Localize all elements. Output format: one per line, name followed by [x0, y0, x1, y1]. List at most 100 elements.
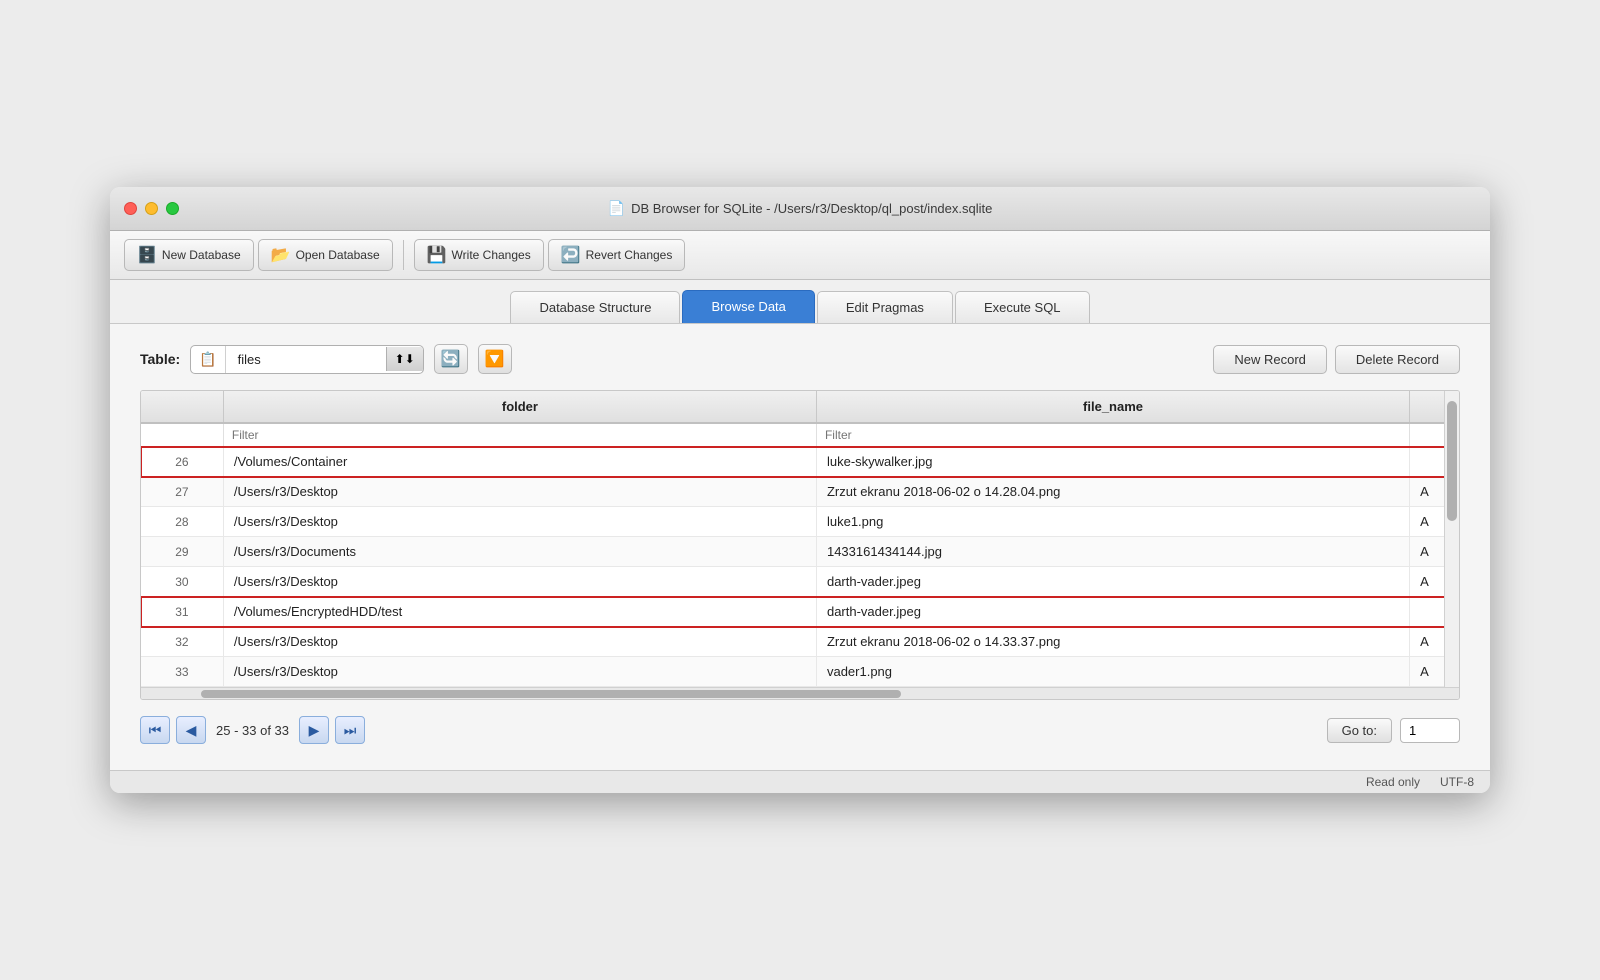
cell-folder: /Volumes/EncryptedHDD/test [223, 597, 816, 627]
main-window: 📄 DB Browser for SQLite - /Users/r3/Desk… [110, 187, 1490, 793]
cell-folder: /Users/r3/Documents [223, 537, 816, 567]
horizontal-scrollbar[interactable] [141, 687, 1459, 699]
traffic-lights [124, 202, 179, 215]
table-action-buttons: New Record Delete Record [1213, 345, 1460, 374]
last-page-icon: ⏭ [344, 722, 357, 739]
cell-filename: darth-vader.jpeg [816, 597, 1409, 627]
cell-filename: luke-skywalker.jpg [816, 447, 1409, 477]
tab-edit-pragmas[interactable]: Edit Pragmas [817, 291, 953, 323]
page-range: 25 - 33 of 33 [216, 723, 289, 738]
statusbar: Read only UTF-8 [110, 770, 1490, 793]
col-header-rownum [141, 391, 223, 423]
first-page-button[interactable]: ⏮ [140, 716, 170, 744]
cell-rownum: 28 [141, 507, 223, 537]
goto-input[interactable] [1400, 718, 1460, 743]
maximize-button[interactable] [166, 202, 179, 215]
toolbar: 🗄️ New Database 📂 Open Database 💾 Write … [110, 231, 1490, 280]
next-page-icon: ▶ [309, 722, 320, 739]
tabbar: Database Structure Browse Data Edit Prag… [110, 280, 1490, 324]
open-database-button[interactable]: 📂 Open Database [258, 239, 393, 271]
filter-filename-cell [816, 423, 1409, 447]
cell-folder: /Users/r3/Desktop [223, 627, 816, 657]
table-name: files [226, 347, 386, 372]
table-row[interactable]: 29/Users/r3/Documents1433161434144.jpgA [141, 537, 1459, 567]
tab-browse-data[interactable]: Browse Data [682, 290, 814, 323]
cell-folder: /Users/r3/Desktop [223, 567, 816, 597]
cell-filename: 1433161434144.jpg [816, 537, 1409, 567]
prev-page-button[interactable]: ◀ [176, 716, 206, 744]
table-row[interactable]: 28/Users/r3/Desktopluke1.pngA [141, 507, 1459, 537]
filter-folder-input[interactable] [224, 424, 816, 446]
cell-filename: Zrzut ekranu 2018-06-02 o 14.28.04.png [816, 477, 1409, 507]
cell-filename: vader1.png [816, 657, 1409, 687]
cell-folder: /Users/r3/Desktop [223, 507, 816, 537]
table-row[interactable]: 33/Users/r3/Desktopvader1.pngA [141, 657, 1459, 687]
new-database-button[interactable]: 🗄️ New Database [124, 239, 254, 271]
titlebar: 📄 DB Browser for SQLite - /Users/r3/Desk… [110, 187, 1490, 231]
cell-filename: luke1.png [816, 507, 1409, 537]
pagination: ⏮ ◀ 25 - 33 of 33 ▶ ⏭ Go to: [140, 700, 1460, 750]
new-database-icon: 🗄️ [137, 245, 157, 265]
filter-filename-input[interactable] [817, 424, 1409, 446]
table-dropdown-arrow[interactable]: ⬆⬇ [386, 347, 423, 371]
close-button[interactable] [124, 202, 137, 215]
filter-button[interactable]: 🔽 [478, 344, 512, 374]
data-table: folder file_name [141, 391, 1459, 687]
cell-folder: /Users/r3/Desktop [223, 477, 816, 507]
vertical-scrollbar[interactable] [1444, 391, 1459, 687]
table-row[interactable]: 27/Users/r3/DesktopZrzut ekranu 2018-06-… [141, 477, 1459, 507]
revert-changes-icon: ↩️ [561, 245, 581, 265]
table-row[interactable]: 26/Volumes/Containerluke-skywalker.jpg [141, 447, 1459, 477]
cell-filename: Zrzut ekranu 2018-06-02 o 14.33.37.png [816, 627, 1409, 657]
refresh-button[interactable]: 🔄 [434, 344, 468, 374]
table-row[interactable]: 32/Users/r3/DesktopZrzut ekranu 2018-06-… [141, 627, 1459, 657]
col-header-folder[interactable]: folder [223, 391, 816, 423]
next-page-button[interactable]: ▶ [299, 716, 329, 744]
last-page-button[interactable]: ⏭ [335, 716, 365, 744]
tab-execute-sql[interactable]: Execute SQL [955, 291, 1090, 323]
first-page-icon: ⏮ [149, 722, 162, 739]
read-only-status: Read only [1366, 775, 1420, 789]
table-select-wrapper: 📋 files ⬆⬇ [190, 345, 424, 374]
table-row[interactable]: 31/Volumes/EncryptedHDD/testdarth-vader.… [141, 597, 1459, 627]
write-changes-icon: 💾 [427, 245, 447, 265]
revert-changes-label: Revert Changes [586, 248, 673, 262]
cell-folder: /Users/r3/Desktop [223, 657, 816, 687]
table-scroll-area[interactable]: folder file_name [141, 391, 1459, 687]
cell-rownum: 29 [141, 537, 223, 567]
delete-record-button[interactable]: Delete Record [1335, 345, 1460, 374]
main-content: Table: 📋 files ⬆⬇ 🔄 🔽 New Record Delete … [110, 324, 1490, 770]
cell-filename: darth-vader.jpeg [816, 567, 1409, 597]
new-database-label: New Database [162, 248, 241, 262]
cell-folder: /Volumes/Container [223, 447, 816, 477]
cell-rownum: 33 [141, 657, 223, 687]
write-changes-label: Write Changes [452, 248, 531, 262]
document-icon: 📄 [608, 200, 625, 217]
cell-rownum: 31 [141, 597, 223, 627]
goto-section: Go to: [1327, 718, 1460, 743]
hscroll-thumb [201, 690, 901, 698]
cell-rownum: 32 [141, 627, 223, 657]
filter-rownum [141, 423, 223, 447]
table-row[interactable]: 30/Users/r3/Desktopdarth-vader.jpegA [141, 567, 1459, 597]
new-record-button[interactable]: New Record [1213, 345, 1327, 374]
data-table-wrapper: folder file_name [140, 390, 1460, 700]
toolbar-divider [403, 240, 404, 270]
prev-page-icon: ◀ [186, 722, 197, 739]
open-database-label: Open Database [296, 248, 380, 262]
col-header-filename[interactable]: file_name [816, 391, 1409, 423]
cell-rownum: 27 [141, 477, 223, 507]
write-changes-button[interactable]: 💾 Write Changes [414, 239, 544, 271]
table-controls: Table: 📋 files ⬆⬇ 🔄 🔽 New Record Delete … [140, 344, 1460, 374]
goto-button[interactable]: Go to: [1327, 718, 1392, 743]
window-title: 📄 DB Browser for SQLite - /Users/r3/Desk… [608, 200, 993, 217]
table-selector: Table: 📋 files ⬆⬇ 🔄 🔽 [140, 344, 512, 374]
minimize-button[interactable] [145, 202, 158, 215]
encoding-status: UTF-8 [1440, 775, 1474, 789]
cell-rownum: 30 [141, 567, 223, 597]
table-icon: 📋 [191, 346, 225, 373]
tab-database-structure[interactable]: Database Structure [510, 291, 680, 323]
filter-folder-cell [223, 423, 816, 447]
revert-changes-button[interactable]: ↩️ Revert Changes [548, 239, 686, 271]
open-database-icon: 📂 [271, 245, 291, 265]
